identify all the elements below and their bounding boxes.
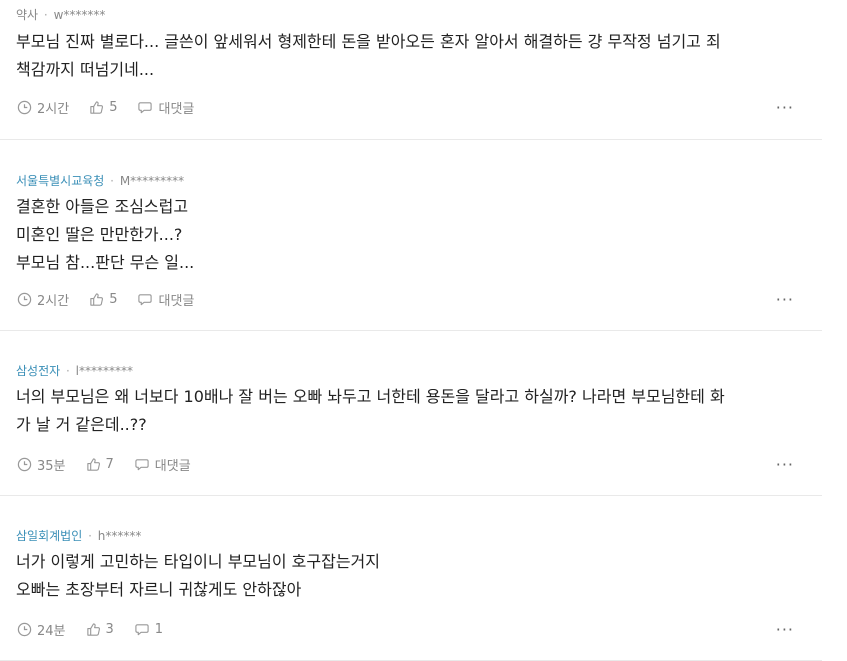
- more-dots-icon[interactable]: ···: [776, 98, 794, 117]
- comment-item: 삼성전자 · l********* 너의 부모님은 왜 너보다 10배나 잘 버…: [0, 331, 822, 496]
- time-text: 24분: [37, 624, 66, 639]
- more-dots-icon[interactable]: ···: [776, 455, 794, 474]
- comment-meta: 약사 · w*******: [16, 6, 105, 23]
- speech-bubble-icon: [135, 624, 149, 636]
- clock-icon: [17, 292, 32, 307]
- user-name: h******: [97, 529, 142, 543]
- time-stamp: 35분: [17, 455, 66, 474]
- like-count: 5: [109, 100, 118, 115]
- comment-item: 서울특별시교육청 · M********* 결혼한 아들은 조심스럽고 미혼인 …: [0, 140, 822, 331]
- comment-text: 너의 부모님은 왜 너보다 10배나 잘 버는 오빠 놔두고 너한테 용돈을 달…: [16, 387, 725, 434]
- company-name[interactable]: 서울특별시교육청: [16, 174, 104, 188]
- reply-label: 대댓글: [158, 102, 195, 117]
- company-name[interactable]: 약사: [16, 8, 38, 22]
- comment-text: 너가 이렇게 고민하는 타입이니 부모님이 호구잡는거지 오빠는 초장부터 자르…: [16, 552, 380, 599]
- company-name[interactable]: 삼일회계법인: [16, 529, 82, 543]
- time-stamp: 24분: [17, 620, 66, 639]
- like-count: 7: [105, 457, 114, 472]
- company-name[interactable]: 삼성전자: [16, 364, 60, 378]
- clock-icon: [17, 100, 32, 115]
- thumbs-up-icon: [86, 458, 100, 471]
- time-stamp: 2시간: [17, 290, 69, 309]
- comment-text: 부모님 진짜 별로다... 글쓴이 앞세워서 형제한테 돈을 받아오든 혼자 알…: [16, 32, 721, 79]
- meta-separator: ·: [88, 529, 92, 543]
- comment-actions: 24분 3 1: [17, 620, 183, 639]
- time-text: 35분: [37, 459, 66, 474]
- like-button[interactable]: 5: [89, 292, 117, 307]
- user-name: w*******: [53, 8, 106, 22]
- comment-meta: 서울특별시교육청 · M*********: [16, 172, 184, 189]
- meta-separator: ·: [110, 174, 114, 188]
- more-dots-icon[interactable]: ···: [776, 620, 794, 639]
- reply-button[interactable]: 대댓글: [134, 455, 191, 474]
- reply-label: 대댓글: [154, 459, 191, 474]
- comment-actions: 2시간 5 대댓글: [17, 290, 214, 309]
- like-count: 3: [105, 622, 114, 637]
- thumbs-up-icon: [90, 293, 104, 306]
- speech-bubble-icon: [135, 459, 149, 471]
- reply-button[interactable]: 1: [134, 622, 163, 637]
- reply-button[interactable]: 대댓글: [137, 290, 194, 309]
- like-button[interactable]: 7: [86, 457, 114, 472]
- like-button[interactable]: 3: [86, 622, 114, 637]
- time-text: 2시간: [37, 294, 70, 309]
- comment-meta: 삼성전자 · l*********: [16, 362, 133, 379]
- comment-list: 약사 · w******* 부모님 진짜 별로다... 글쓴이 앞세워서 형제한…: [0, 0, 822, 661]
- comment-item: 약사 · w******* 부모님 진짜 별로다... 글쓴이 앞세워서 형제한…: [0, 0, 822, 140]
- comment-text: 결혼한 아들은 조심스럽고 미혼인 딸은 만만한가...? 부모님 참...판단…: [16, 197, 195, 272]
- comment-actions: 35분 7 대댓글: [17, 455, 211, 474]
- comment-item: 삼일회계법인 · h****** 너가 이렇게 고민하는 타입이니 부모님이 호…: [0, 496, 822, 661]
- clock-icon: [17, 457, 32, 472]
- speech-bubble-icon: [138, 294, 153, 306]
- like-button[interactable]: 5: [89, 100, 117, 115]
- comment-meta: 삼일회계법인 · h******: [16, 527, 141, 544]
- reply-button[interactable]: 대댓글: [137, 98, 194, 117]
- meta-separator: ·: [43, 8, 48, 22]
- user-name: M*********: [119, 174, 185, 188]
- thumbs-up-icon: [90, 101, 104, 114]
- time-stamp: 2시간: [17, 98, 69, 117]
- speech-bubble-icon: [138, 102, 153, 114]
- clock-icon: [17, 622, 32, 637]
- thumbs-up-icon: [86, 623, 100, 636]
- reply-label: 대댓글: [158, 294, 195, 309]
- user-name: l*********: [75, 364, 133, 378]
- more-dots-icon[interactable]: ···: [776, 290, 794, 309]
- time-text: 2시간: [37, 102, 70, 117]
- meta-separator: ·: [66, 364, 70, 378]
- like-count: 5: [109, 292, 118, 307]
- reply-count: 1: [154, 622, 164, 637]
- comment-actions: 2시간 5 대댓글: [17, 98, 214, 117]
